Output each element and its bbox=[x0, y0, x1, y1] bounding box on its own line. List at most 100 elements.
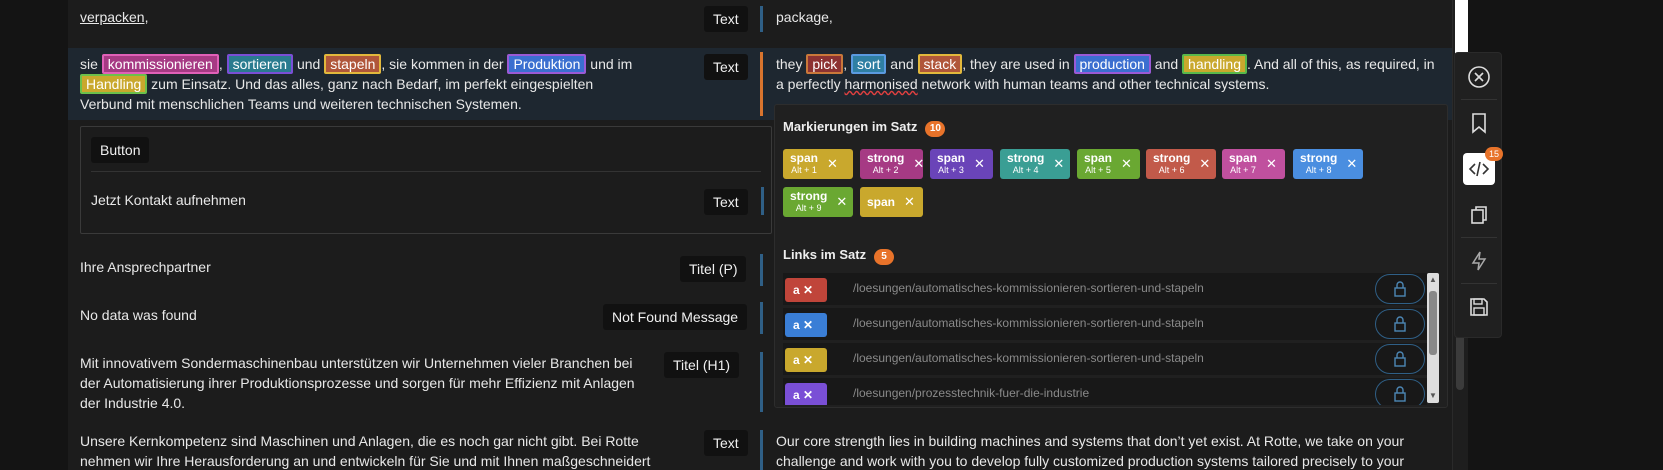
target-text[interactable]: package, bbox=[776, 7, 1436, 27]
segment-divider-active bbox=[760, 52, 763, 116]
remove-icon[interactable]: ✕ bbox=[1266, 156, 1277, 172]
segment-row[interactable]: Unsere Kernkompetenz sind Maschinen und … bbox=[68, 426, 1452, 470]
markup-highlight[interactable]: kommissionieren bbox=[101, 54, 219, 74]
popup-scroll-thumb[interactable] bbox=[1429, 291, 1437, 355]
markup-chip[interactable]: strong Alt + 8 ✕ bbox=[1293, 149, 1363, 179]
markup-highlight[interactable]: handling bbox=[1182, 54, 1247, 74]
chip-label: strong Alt + 9 bbox=[790, 190, 827, 214]
chip-label: strong Alt + 2 bbox=[867, 152, 904, 176]
lock-icon[interactable] bbox=[1375, 274, 1425, 304]
chip-label: strong Alt + 6 bbox=[1153, 152, 1190, 176]
remove-icon[interactable]: ✕ bbox=[827, 156, 838, 172]
markup-chip[interactable]: strong Alt + 6 ✕ bbox=[1146, 149, 1216, 179]
text-run: , sie kommen in der bbox=[381, 56, 504, 72]
markup-chip[interactable]: span Alt + 1 ✕ bbox=[783, 149, 853, 179]
link-list: a ✕ /loesungen/automatisches-kommissionie… bbox=[775, 273, 1427, 405]
link-path: /loesungen/automatisches-kommissionieren… bbox=[853, 351, 1204, 365]
markup-chip[interactable]: strong Alt + 2 ✕ bbox=[860, 149, 924, 179]
target-text[interactable]: they pick, sort and stack, they are used… bbox=[776, 54, 1436, 94]
lock-icon[interactable] bbox=[1375, 344, 1425, 374]
link-tag[interactable]: a ✕ bbox=[785, 278, 827, 302]
source-text[interactable]: Ihre Ansprechpartner bbox=[80, 257, 640, 277]
remove-icon[interactable]: ✕ bbox=[1199, 156, 1210, 172]
text-run: zum Einsatz. Und das alles, ganz nach Be… bbox=[80, 76, 594, 112]
lightning-icon[interactable] bbox=[1463, 245, 1495, 277]
text-run: und bbox=[296, 56, 321, 72]
lock-icon[interactable] bbox=[1375, 379, 1425, 405]
link-row[interactable]: a ✕ /loesungen/prozesstechnik-fuer-die-in… bbox=[783, 378, 1427, 405]
segment-divider bbox=[761, 187, 764, 215]
chip-shortcut: Alt + 2 bbox=[872, 165, 899, 175]
source-text[interactable]: verpacken, bbox=[80, 7, 640, 27]
markup-chip[interactable]: strong Alt + 4 ✕ bbox=[1000, 149, 1070, 179]
link-tag[interactable]: a ✕ bbox=[785, 383, 827, 405]
chip-label: span Alt + 5 bbox=[1084, 152, 1112, 176]
source-text[interactable]: Jetzt Kontakt aufnehmen bbox=[91, 190, 651, 210]
chip-tag-name: span bbox=[937, 151, 966, 165]
remove-icon[interactable]: ✕ bbox=[1346, 156, 1357, 172]
source-text[interactable]: No data was found bbox=[80, 305, 640, 325]
chip-label: span Alt + 3 bbox=[937, 152, 965, 176]
chip-tag-name: span bbox=[1084, 151, 1113, 165]
markup-chip[interactable]: span ✕ bbox=[860, 187, 923, 217]
text-run: and bbox=[890, 56, 914, 72]
segment-type-tag: Not Found Message bbox=[603, 304, 748, 330]
markup-chip[interactable]: strong Alt + 9 ✕ bbox=[783, 187, 853, 217]
remove-icon[interactable]: ✕ bbox=[836, 194, 847, 210]
link-tag[interactable]: a ✕ bbox=[785, 348, 827, 372]
chip-label: strong Alt + 4 bbox=[1007, 152, 1044, 176]
link-tag[interactable]: a ✕ bbox=[785, 313, 827, 337]
markup-highlight[interactable]: Handling bbox=[80, 74, 148, 94]
chip-shortcut: Alt + 5 bbox=[1085, 165, 1111, 175]
save-icon[interactable] bbox=[1463, 291, 1495, 323]
target-text[interactable]: Our core strength lies in building machi… bbox=[776, 431, 1416, 470]
toolbar-separator bbox=[1461, 237, 1497, 238]
markup-highlight[interactable]: pick bbox=[806, 54, 844, 74]
divider bbox=[91, 171, 761, 172]
markup-highlight[interactable]: production bbox=[1073, 54, 1151, 74]
link-row[interactable]: a ✕ /loesungen/automatisches-kommissionie… bbox=[783, 343, 1427, 375]
markup-chip[interactable]: span Alt + 5 ✕ bbox=[1077, 149, 1140, 179]
link-row[interactable]: a ✕ /loesungen/automatisches-kommissionie… bbox=[783, 273, 1427, 305]
links-count-badge: 5 bbox=[874, 249, 895, 265]
segment-type-tag: Text bbox=[704, 189, 748, 215]
source-text[interactable]: Mit innovativem Sondermaschinenbau unter… bbox=[80, 353, 650, 413]
segment-divider bbox=[760, 352, 763, 412]
remove-icon[interactable]: ✕ bbox=[913, 156, 924, 172]
marks-title: Markierungen im Satz bbox=[783, 119, 918, 134]
segment-divider bbox=[760, 254, 763, 286]
markup-highlight[interactable]: stapeln bbox=[324, 54, 382, 74]
source-text[interactable]: sie kommissionieren, sortieren und stape… bbox=[80, 54, 640, 114]
text-run: , bbox=[218, 56, 223, 72]
chip-shortcut: Alt + 8 bbox=[1305, 165, 1332, 175]
close-icon[interactable] bbox=[1463, 61, 1495, 93]
scroll-down-icon[interactable]: ▼ bbox=[1429, 391, 1437, 400]
remove-icon[interactable]: ✕ bbox=[1121, 156, 1132, 172]
segment-type-tag: Text bbox=[704, 6, 748, 32]
markup-highlight[interactable]: stack bbox=[917, 54, 963, 74]
bookmark-icon[interactable] bbox=[1463, 107, 1495, 139]
markup-highlight[interactable]: sortieren bbox=[226, 54, 294, 74]
scroll-up-icon[interactable]: ▲ bbox=[1429, 275, 1437, 284]
lock-icon[interactable] bbox=[1375, 309, 1425, 339]
remove-icon[interactable]: ✕ bbox=[1053, 156, 1064, 172]
button-group: Button Jetzt Kontakt aufnehmen Text bbox=[80, 126, 772, 234]
markup-highlight[interactable]: Produktion bbox=[507, 54, 587, 74]
segment-row[interactable]: verpacken, Text package, bbox=[68, 0, 1452, 40]
markup-highlight[interactable]: sort bbox=[851, 54, 887, 74]
copy-icon[interactable] bbox=[1463, 199, 1495, 231]
segment-type-tag: Titel (P) bbox=[680, 256, 747, 282]
toolbar-separator bbox=[1461, 283, 1497, 284]
markup-chip[interactable]: span Alt + 3 ✕ bbox=[930, 149, 993, 179]
source-text[interactable]: Unsere Kernkompetenz sind Maschinen und … bbox=[80, 431, 670, 470]
spellcheck-word[interactable]: harmonised bbox=[844, 76, 917, 92]
remove-icon[interactable]: ✕ bbox=[974, 156, 985, 172]
text-run: sie bbox=[80, 56, 98, 72]
remove-icon[interactable]: ✕ bbox=[904, 194, 915, 210]
chip-tag-name: span bbox=[1229, 151, 1258, 165]
link-row[interactable]: a ✕ /loesungen/automatisches-kommissionie… bbox=[783, 308, 1427, 340]
segment-type-tag: Text bbox=[704, 54, 748, 80]
markup-chip[interactable]: span Alt + 7 ✕ bbox=[1222, 149, 1285, 179]
code-badge: 15 bbox=[1485, 147, 1503, 161]
link-path: /loesungen/automatisches-kommissionieren… bbox=[853, 281, 1204, 295]
